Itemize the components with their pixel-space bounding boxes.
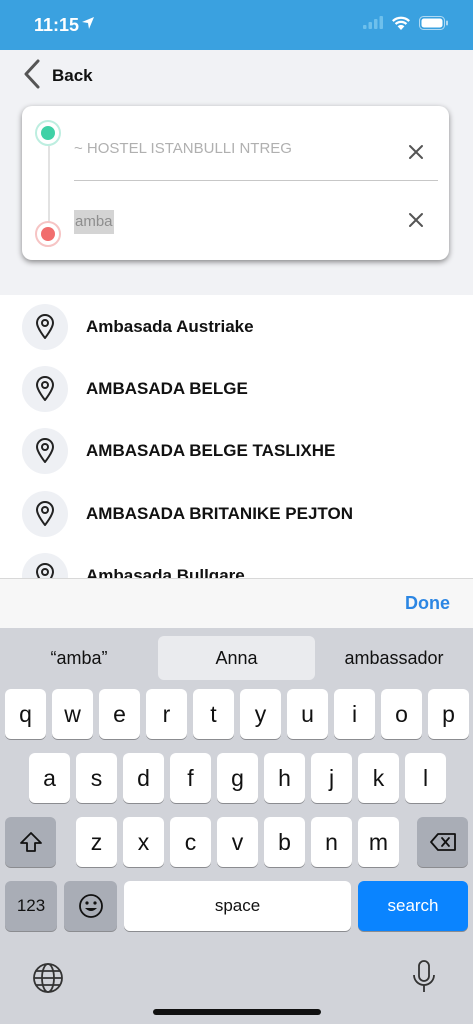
origin-input[interactable]: ~ HOSTEL ISTANBULLI NTREG [74,140,404,164]
numbers-key[interactable]: 123 [5,881,57,931]
key-c[interactable]: c [170,817,211,867]
key-o[interactable]: o [381,689,422,739]
back-button[interactable]: Back [22,58,93,95]
status-indicators [363,15,449,35]
keyboard: “amba” Anna ambassador q w e r t y u i o… [0,628,473,1024]
key-z[interactable]: z [76,817,117,867]
done-button[interactable]: Done [405,593,450,614]
key-t[interactable]: t [193,689,234,739]
suggestion-item[interactable]: Anna [158,636,315,680]
result-label: Ambasada Bullgare [86,566,245,578]
results-list: Ambasada Austriake AMBASADA BELGE AMBASA… [0,295,473,578]
key-w[interactable]: w [52,689,93,739]
field-divider [74,180,438,181]
list-item[interactable]: AMBASADA BELGE TASLIXHE [22,427,452,475]
key-m[interactable]: m [358,817,399,867]
back-label: Back [52,66,93,85]
map-pin-icon [22,304,68,350]
key-j[interactable]: j [311,753,352,803]
key-e[interactable]: e [99,689,140,739]
chevron-left-icon [22,58,42,95]
key-h[interactable]: h [264,753,305,803]
key-b[interactable]: b [264,817,305,867]
emoji-icon [78,894,103,918]
key-r[interactable]: r [146,689,187,739]
map-pin-icon [22,428,68,474]
key-v[interactable]: v [217,817,258,867]
destination-dot-icon [35,221,61,247]
map-pin-icon [22,366,68,412]
key-x[interactable]: x [123,817,164,867]
key-l[interactable]: l [405,753,446,803]
globe-icon[interactable] [31,961,65,995]
status-bar: 11:15 [0,0,473,50]
origin-dot-icon [35,120,61,146]
list-item[interactable]: Ambasada Austriake [22,303,452,351]
suggestion-item[interactable]: “amba” [6,636,152,680]
key-n[interactable]: n [311,817,352,867]
key-d[interactable]: d [123,753,164,803]
key-k[interactable]: k [358,753,399,803]
list-item[interactable]: AMBASADA BELGE [22,365,452,413]
key-i[interactable]: i [334,689,375,739]
key-p[interactable]: p [428,689,469,739]
key-y[interactable]: y [240,689,281,739]
backspace-icon [429,833,456,851]
microphone-icon[interactable] [411,959,437,995]
battery-icon [419,15,449,35]
key-s[interactable]: s [76,753,117,803]
signal-icon [363,16,383,34]
result-label: AMBASADA BELGE [86,379,248,398]
search-key[interactable]: search [358,881,468,931]
list-item[interactable]: AMBASADA BRITANIKE PEJTON [22,490,452,538]
close-icon [409,145,423,159]
key-g[interactable]: g [217,753,258,803]
route-connector-line [48,146,50,222]
list-item[interactable]: Ambasada Bullgare [22,552,452,578]
close-icon [409,213,423,227]
space-key[interactable]: space [124,881,351,931]
keyboard-toolbar: Done [0,578,473,628]
wifi-icon [391,15,411,35]
map-pin-icon [22,553,68,578]
key-q[interactable]: q [5,689,46,739]
result-label: AMBASADA BRITANIKE PEJTON [86,504,353,523]
home-indicator [153,1009,321,1015]
destination-input[interactable]: amba [74,210,114,234]
route-card: ~ HOSTEL ISTANBULLI NTREG amba [22,106,449,260]
key-u[interactable]: u [287,689,328,739]
shift-icon [19,832,42,852]
shift-key[interactable] [5,817,56,867]
emoji-key[interactable] [64,881,117,931]
key-a[interactable]: a [29,753,70,803]
delete-key[interactable] [417,817,468,867]
result-label: Ambasada Austriake [86,317,254,336]
key-f[interactable]: f [170,753,211,803]
suggestion-item[interactable]: ambassador [321,636,467,680]
map-pin-icon [22,491,68,537]
clear-origin-button[interactable] [404,140,428,164]
status-time: 11:15 [34,15,80,35]
clear-destination-button[interactable] [404,208,428,232]
result-label: AMBASADA BELGE TASLIXHE [86,441,336,460]
location-arrow-icon [81,16,95,35]
